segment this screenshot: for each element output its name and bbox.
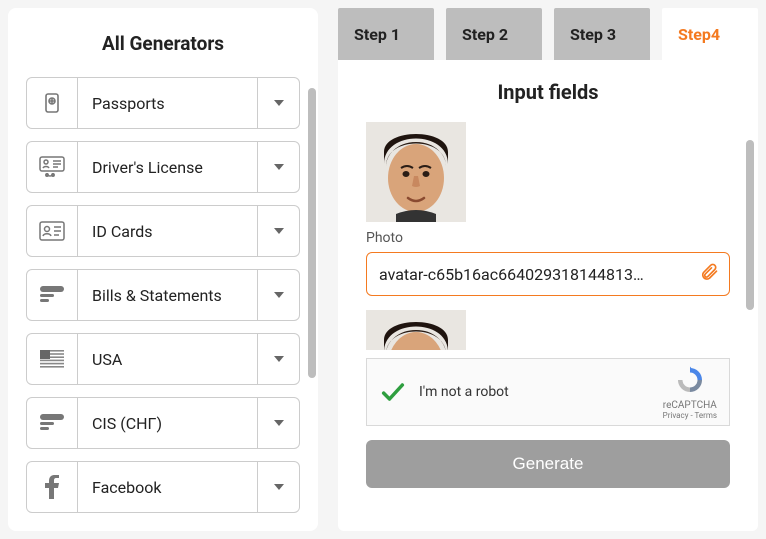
recaptcha-widget[interactable]: I'm not a robot reCAPTCHA Privacy - Term… <box>366 358 730 426</box>
chevron-down-icon[interactable] <box>258 269 300 321</box>
generator-item-passports[interactable]: Passports <box>26 77 300 129</box>
photo-field-label: Photo <box>366 230 730 246</box>
sidebar-list: Passports Driver's License ID Cards <box>8 77 318 531</box>
main: Step 1 Step 2 Step 3 Step4 Input fields <box>338 8 758 531</box>
panel: Input fields Photo avat <box>338 60 758 531</box>
generator-item-cis[interactable]: CIS (СНГ) <box>26 397 300 449</box>
generator-item-drivers-license[interactable]: Driver's License <box>26 141 300 193</box>
drivers-license-icon <box>26 141 78 193</box>
recaptcha-links[interactable]: Privacy - Terms <box>663 411 717 420</box>
id-card-icon <box>26 205 78 257</box>
recaptcha-logo-icon <box>675 365 705 395</box>
generator-item-usa[interactable]: USA <box>26 333 300 385</box>
facebook-icon <box>26 461 78 513</box>
chevron-down-icon[interactable] <box>258 397 300 449</box>
usa-flag-icon <box>26 333 78 385</box>
passport-icon <box>26 77 78 129</box>
tab-step-1[interactable]: Step 1 <box>338 8 434 60</box>
tab-step-2[interactable]: Step 2 <box>446 8 542 60</box>
chevron-down-icon[interactable] <box>258 205 300 257</box>
photo-preview <box>366 122 466 222</box>
generator-label: USA <box>78 333 258 385</box>
generate-button[interactable]: Generate <box>366 440 730 488</box>
generator-label: ID Cards <box>78 205 258 257</box>
credit-card-icon <box>26 397 78 449</box>
generator-item-id-cards[interactable]: ID Cards <box>26 205 300 257</box>
photo-preview-2 <box>366 310 466 350</box>
recaptcha-brand: reCAPTCHA <box>663 400 717 411</box>
sidebar-title: All Generators <box>8 8 318 77</box>
generator-item-bills[interactable]: Bills & Statements <box>26 269 300 321</box>
generator-label: Passports <box>78 77 258 129</box>
panel-scrollbar[interactable] <box>746 140 754 310</box>
photo-input[interactable]: avatar-c65b16ac664029318144813… <box>366 252 730 296</box>
generator-label: CIS (СНГ) <box>78 397 258 449</box>
recaptcha-branding: reCAPTCHA Privacy - Terms <box>663 365 717 420</box>
chevron-down-icon[interactable] <box>258 77 300 129</box>
generator-label: Facebook <box>78 461 258 513</box>
generator-item-facebook[interactable]: Facebook <box>26 461 300 513</box>
credit-card-icon <box>26 269 78 321</box>
attach-icon[interactable] <box>699 262 719 286</box>
panel-title: Input fields <box>366 80 730 104</box>
chevron-down-icon[interactable] <box>258 333 300 385</box>
tab-step-4[interactable]: Step4 <box>662 8 758 60</box>
checkmark-icon <box>379 378 407 406</box>
generator-label: Bills & Statements <box>78 269 258 321</box>
tab-step-3[interactable]: Step 3 <box>554 8 650 60</box>
generator-label: Driver's License <box>78 141 258 193</box>
sidebar: All Generators Passports Driver's Licens… <box>8 8 318 531</box>
recaptcha-label: I'm not a robot <box>419 384 651 400</box>
chevron-down-icon[interactable] <box>258 141 300 193</box>
photo-input-value: avatar-c65b16ac664029318144813… <box>379 265 644 284</box>
chevron-down-icon[interactable] <box>258 461 300 513</box>
sidebar-scrollbar[interactable] <box>308 88 316 378</box>
step-tabs: Step 1 Step 2 Step 3 Step4 <box>338 8 758 60</box>
